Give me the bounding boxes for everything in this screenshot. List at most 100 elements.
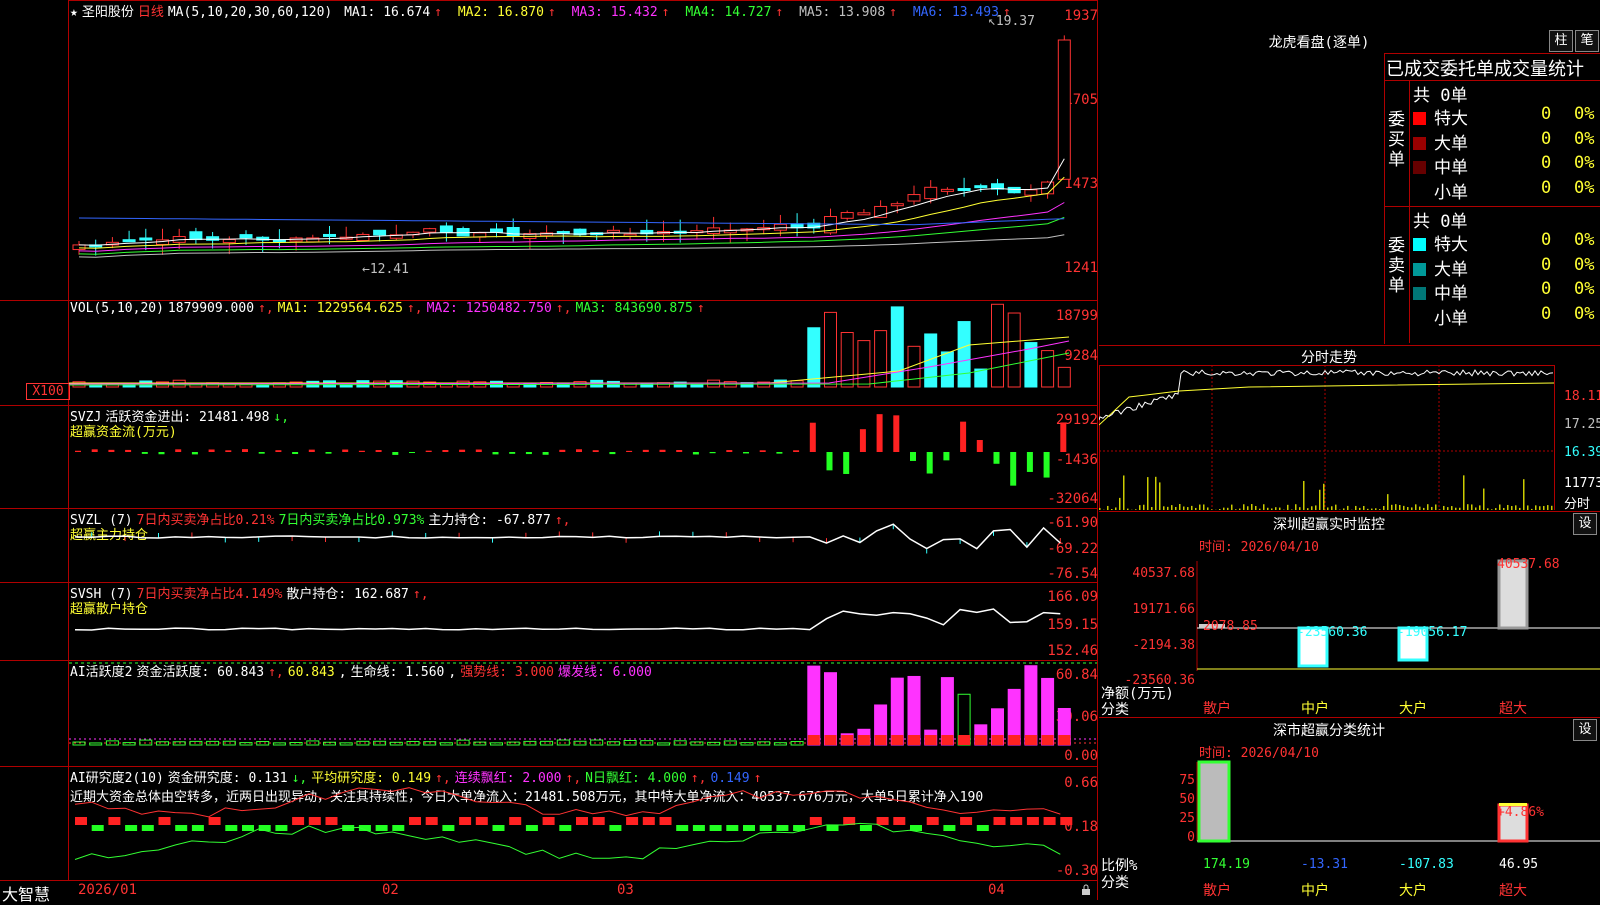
activity-base <box>1008 735 1020 745</box>
flow-bar <box>877 414 883 452</box>
intraday-vol-bar <box>1227 508 1229 510</box>
flow-bar <box>75 451 81 452</box>
research-line <box>75 788 1060 817</box>
intraday-vol-bar <box>1399 505 1401 510</box>
flow-bar <box>376 450 382 452</box>
activity-base <box>1058 735 1070 745</box>
intraday-vol-bar <box>1147 477 1149 510</box>
volume-bar <box>624 383 636 387</box>
activity-bar <box>908 676 920 745</box>
intraday-vol-bar <box>1279 508 1281 510</box>
candle-body <box>607 230 619 232</box>
intraday-vol-bar <box>1539 506 1541 510</box>
bar-mode-button[interactable]: 柱 <box>1549 30 1573 52</box>
flow-bar <box>526 452 532 454</box>
intraday-vol-bar <box>1295 504 1297 510</box>
avg-price-line <box>1099 383 1554 425</box>
x-axis: 大智慧 2026/01 02 03 04 <box>0 881 1098 900</box>
intraday-vol-bar <box>1419 507 1421 510</box>
tick-mode-button[interactable]: 笔 <box>1575 30 1599 52</box>
monitor-value: -23560.36 <box>1297 625 1367 640</box>
intraday-vol-bar <box>1335 505 1337 510</box>
ma-line <box>79 159 1064 246</box>
price-panel[interactable]: 1937 1705 1473 1241 ★圣阳股份日线MA(5,10,20,30… <box>0 0 1098 300</box>
activity-bar <box>240 743 252 745</box>
intraday-vol-bar <box>1363 506 1365 510</box>
buy-row: 特大00% <box>1411 104 1600 126</box>
intraday-ytick: 16.39 <box>1564 445 1600 460</box>
svzj-panel[interactable]: 29192 -1436 -32064 SVZJ活跃资金进出: 21481.498… <box>0 406 1098 508</box>
intraday-vol-label: 分时 <box>1564 493 1590 512</box>
sell-type: 大单 <box>1434 260 1468 280</box>
svzl-panel[interactable]: -61.90 -69.22 -76.54 SVZL (7)7日内买卖净占比0.2… <box>0 509 1098 582</box>
classify-stats-panel[interactable]: 深市超赢分类统计 设 时间: 2026/04/10 75 50 25 0 比例%… <box>1099 717 1600 900</box>
flow-bar <box>626 451 632 452</box>
intraday-vol-bar <box>1159 482 1161 510</box>
intraday-vol-bar <box>1379 509 1381 510</box>
intraday-vol-bar <box>1135 509 1137 510</box>
ai-active-bars <box>69 661 1097 766</box>
x-label: 2026/01 <box>78 882 137 898</box>
intraday-vol-bar <box>1551 506 1553 510</box>
intraday-vol-bar <box>1415 504 1417 510</box>
classify-value: -13.31 <box>1301 857 1348 872</box>
monitor-bar-chart <box>1099 511 1600 716</box>
buy-row: 大单00% <box>1411 129 1600 151</box>
intraday-vol-bar <box>1327 507 1329 510</box>
ma-line <box>79 218 1064 225</box>
lock-icon[interactable] <box>1080 884 1092 896</box>
sell-count: 0 <box>1541 230 1551 250</box>
intraday-vol-bar <box>1163 506 1165 510</box>
flow-bar <box>643 450 649 452</box>
intraday-chart[interactable] <box>1099 365 1600 510</box>
intraday-panel[interactable]: 分时走势 18.11 17.25 16.39 11773 分时 <box>1099 345 1600 510</box>
activity-bar <box>73 742 85 745</box>
longhu-panel[interactable]: 龙虎看盘(逐单) 柱 笔 已成交委托单成交量统计 委买单 委卖单 共 0单 特大… <box>1099 0 1600 345</box>
research-bar <box>376 825 388 831</box>
flow-bar <box>660 450 666 452</box>
volume-panel[interactable]: 18799 9284 X100 VOL(5,10,20)1879909.000↑… <box>0 301 1098 405</box>
ai-research-panel[interactable]: 0.66 0.18 -0.30 AI研究度2(10)资金研究度: 0.131↓,… <box>0 767 1098 880</box>
flow-bar <box>726 450 732 452</box>
intraday-vol-bar <box>1255 506 1257 510</box>
svsh-panel[interactable]: 166.09 159.15 152.46 SVSH (7)7日内买卖净占比4.1… <box>0 583 1098 660</box>
flow-bar <box>810 423 816 452</box>
kline-chart-area[interactable]: 1937 1705 1473 1241 ★圣阳股份日线MA(5,10,20,30… <box>0 0 1098 900</box>
sell-orders-label: 委卖单 <box>1388 236 1406 296</box>
flow-bar <box>693 452 699 454</box>
sell-pct: 0% <box>1574 255 1594 275</box>
activity-bar <box>273 743 285 745</box>
ai-research-chart <box>69 767 1097 880</box>
activity-bar <box>457 740 469 745</box>
intraday-vol-bar <box>1199 505 1201 510</box>
intraday-vol-bar <box>1519 508 1521 510</box>
candle-body <box>891 204 903 206</box>
intraday-vol-bar <box>1423 508 1425 510</box>
flow-bar <box>342 450 348 452</box>
ai-active-panel[interactable]: 60.84 30.06 0.00 AI活跃度2资金活跃度: 60.843↑,60… <box>0 661 1098 766</box>
classify-category: 中户 <box>1301 880 1329 900</box>
intraday-vol-bar <box>1219 509 1221 510</box>
activity-bar <box>106 741 118 745</box>
research-bar <box>108 817 120 825</box>
intraday-vol-bar <box>1099 508 1101 510</box>
longhu-tab-header[interactable]: 已成交委托单成交量统计 <box>1386 55 1600 81</box>
intraday-vol-bar <box>1535 505 1537 510</box>
realtime-monitor-panel[interactable]: 深圳超赢实时监控 设 时间: 2026/04/10 40537.68 19171… <box>1099 511 1600 716</box>
volume-bar <box>440 383 452 387</box>
intraday-vol-bar <box>1267 508 1269 510</box>
classify-value: 46.95 <box>1499 857 1538 872</box>
activity-bar <box>708 742 720 745</box>
price-candles[interactable] <box>69 0 1097 300</box>
intraday-vol-bar <box>1235 509 1237 510</box>
intraday-vol-bar <box>1467 504 1469 510</box>
activity-bar <box>207 741 219 745</box>
volume-bar <box>875 331 887 387</box>
intraday-vol: 11773 <box>1564 476 1600 491</box>
research-bar <box>927 817 939 825</box>
flow-bar <box>175 449 181 452</box>
research-bar <box>676 825 688 831</box>
research-bar <box>977 825 989 831</box>
intraday-vol-bar <box>1315 505 1317 510</box>
intraday-vol-bar <box>1507 505 1509 510</box>
